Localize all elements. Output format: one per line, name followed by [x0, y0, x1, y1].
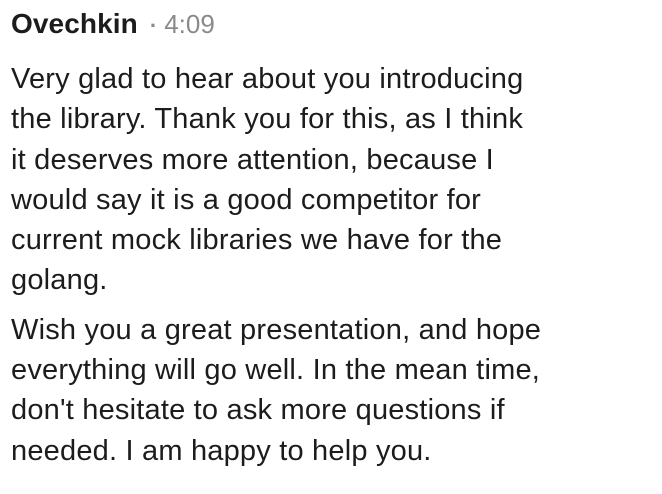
message-header: Ovechkin · 4:09 — [11, 4, 652, 44]
message-paragraph-2: Wish you a great presentation, and hope … — [11, 310, 652, 471]
separator-dot: · — [149, 13, 158, 38]
message-paragraph-1: Very glad to hear about you introducing … — [11, 59, 652, 301]
text-line: everything will go well. In the mean tim… — [11, 354, 541, 387]
timestamp[interactable]: 4:09 — [164, 4, 215, 44]
text-line: would say it is a good competitor for — [11, 183, 482, 216]
text-line: needed. I am happy to help you. — [11, 434, 432, 467]
message-body: Very glad to hear about you introducing … — [11, 59, 652, 471]
text-line: don't hesitate to ask more questions if — [11, 394, 505, 427]
text-line: Wish you a great presentation, and hope — [11, 313, 542, 346]
text-line: Very glad to hear about you introducing — [11, 63, 524, 95]
author-name[interactable]: Ovechkin — [11, 4, 138, 44]
text-line: the library. Thank you for this, as I th… — [11, 103, 524, 136]
text-line: current mock libraries we have for the — [11, 224, 503, 257]
chat-message: Ovechkin · 4:09 Very glad to hear about … — [0, 0, 662, 494]
text-line: it deserves more attention, because I — [11, 143, 494, 176]
text-line: golang. — [11, 264, 108, 297]
